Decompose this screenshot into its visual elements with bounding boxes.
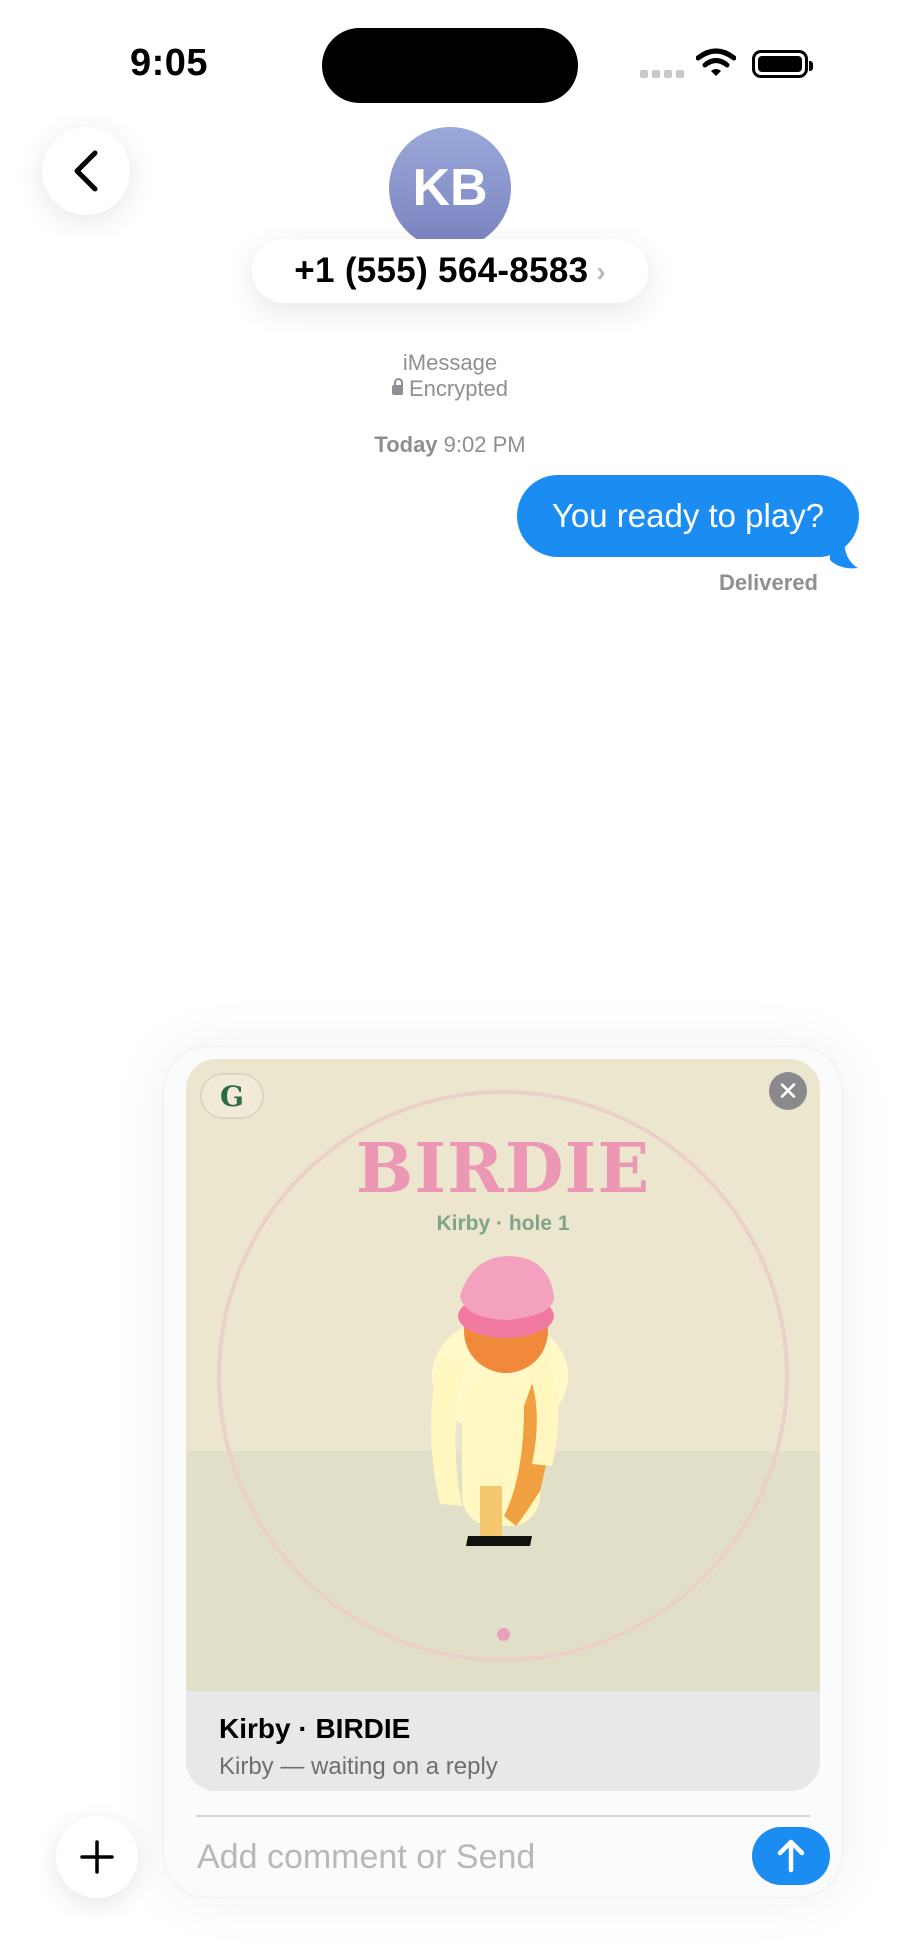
encryption-label: Encrypted [0, 376, 900, 402]
cellular-signal-icon [640, 70, 684, 78]
plus-icon [80, 1840, 114, 1874]
battery-icon [752, 50, 813, 78]
service-label: iMessage [402, 350, 498, 375]
message-timestamp: Today 9:02 PM [374, 432, 526, 457]
score-subline: Kirby · hole 1 [436, 1212, 570, 1235]
lock-icon [391, 378, 403, 395]
game-preview[interactable]: G ✕ BIRDIE Kirby · hole 1 [186, 1059, 820, 1691]
status-time: 9:05 [130, 42, 209, 84]
wifi-icon [696, 48, 736, 76]
close-icon[interactable]: ✕ [769, 1072, 807, 1110]
delivery-status: Delivered [718, 570, 818, 595]
contact-name-button[interactable]: +1 (555) 564-8583 › [252, 239, 648, 303]
golfer-character-icon [431, 1256, 568, 1546]
send-arrow-icon [777, 1839, 805, 1873]
apps-plus-button[interactable] [56, 1816, 138, 1898]
send-button[interactable] [752, 1827, 830, 1885]
bubble-tail [830, 538, 858, 569]
attachment-caption[interactable]: Kirby · BIRDIE Kirby — waiting on a repl… [186, 1691, 820, 1791]
message-input[interactable]: Add comment or Send [197, 1838, 535, 1877]
contact-avatar[interactable]: KB [389, 127, 511, 249]
chevron-right-icon: › [596, 256, 606, 287]
score-headline: BIRDIE [355, 1129, 651, 1209]
caption-title: Kirby · BIRDIE [219, 1713, 411, 1744]
back-chevron-icon [74, 150, 98, 192]
ball-dot [497, 1628, 510, 1641]
back-button[interactable] [42, 127, 130, 215]
dynamic-island [322, 28, 578, 103]
game-attachment-card[interactable]: G ✕ BIRDIE Kirby · hole 1 Kirby · BIRDIE… [186, 1059, 820, 1791]
outgoing-message-bubble[interactable]: You ready to play? [517, 475, 859, 557]
contact-name: +1 (555) 564-8583 [294, 251, 589, 290]
compose-divider [196, 1815, 810, 1817]
caption-subtitle: Kirby — waiting on a reply [219, 1753, 498, 1780]
app-logo-icon: G [200, 1073, 264, 1119]
